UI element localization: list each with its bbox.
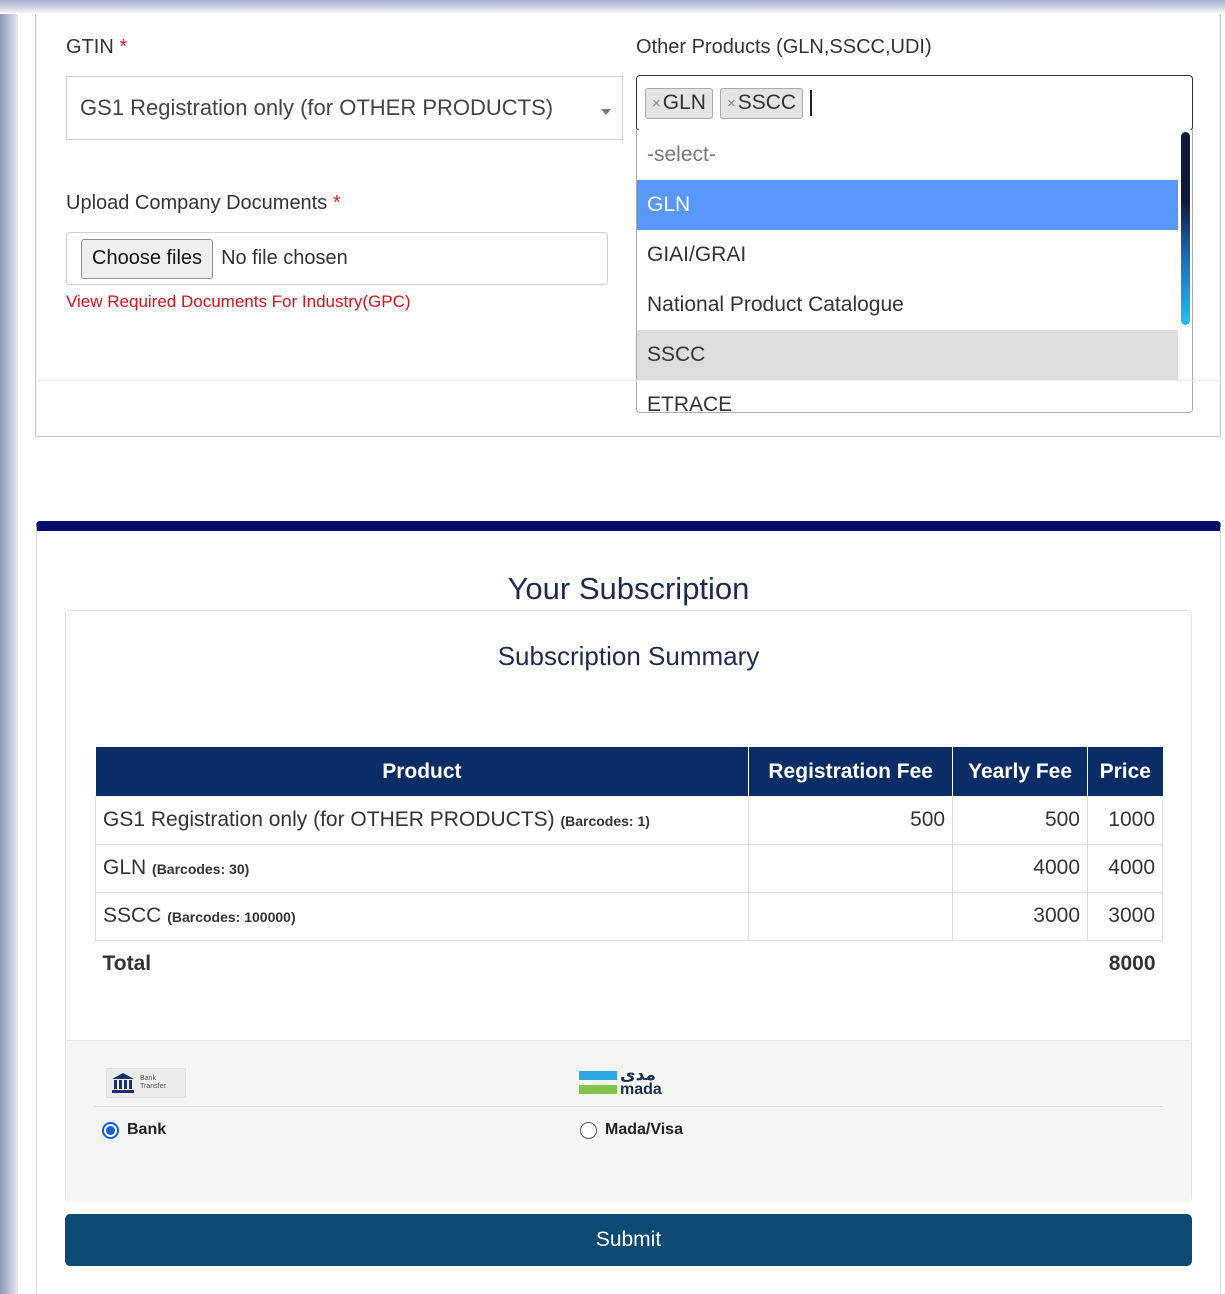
other-products-label: Other Products (GLN,SSCC,UDI) <box>636 36 932 58</box>
dropdown-option-sscc[interactable]: SSCC <box>637 330 1180 380</box>
upload-label: Upload Company Documents * <box>66 192 341 215</box>
product-name: SSCC <box>103 904 162 927</box>
required-mark: * <box>332 192 341 214</box>
dropdown-option-national-product-catalogue[interactable]: National Product Catalogue <box>637 280 1180 330</box>
fees-table: Product Registration Fee Yearly Fee Pric… <box>94 747 1163 988</box>
other-products-dropdown[interactable]: -select- GLN GIAI/GRAI National Product … <box>636 130 1193 413</box>
bank-radio[interactable] <box>102 1121 119 1139</box>
no-file-text: No file chosen <box>221 247 348 269</box>
table-header-row: Product Registration Fee Yearly Fee Pric… <box>95 747 1163 796</box>
yearly-fee-cell: 3000 <box>952 892 1088 941</box>
total-label: Total <box>102 952 152 976</box>
subscription-summary: Subscription Summary Product Registratio… <box>65 610 1192 1202</box>
dropdown-option-select[interactable]: -select- <box>637 130 1180 180</box>
window-edge-top <box>0 0 1225 14</box>
yearly-fee-cell: 500 <box>952 796 1088 845</box>
bank-logo-text: Bank Transfer <box>140 1075 166 1091</box>
mada-logo-bar-green <box>579 1085 617 1094</box>
remove-tag-icon[interactable]: × <box>727 95 736 112</box>
subscription-title: Your Subscription <box>507 571 750 606</box>
mada-logo-bar-blue <box>579 1071 617 1080</box>
bank-transfer-logo: Bank Transfer <box>106 1068 186 1098</box>
caret-down-icon <box>601 109 611 115</box>
dropdown-option-giai-grai[interactable]: GIAI/GRAI <box>637 230 1180 280</box>
registration-fee-cell <box>748 892 954 941</box>
upload-label-text: Upload Company Documents <box>66 192 328 214</box>
required-docs-link[interactable]: View Required Documents For Industry(GPC… <box>66 292 411 312</box>
dropdown-option-gln[interactable]: GLN <box>637 180 1180 230</box>
price-cell: 1000 <box>1087 796 1163 845</box>
payment-methods: Bank Transfer مدى mada Bank Mada/Visa <box>66 1040 1191 1202</box>
product-cell: GLN (Barcodes: 30) <box>94 844 750 893</box>
gtin-label: GTIN * <box>66 36 127 59</box>
barcode-count: (Barcodes: 30) <box>152 861 250 877</box>
form-divider <box>37 380 1221 381</box>
total-row: Total 8000 <box>96 940 1163 988</box>
mada-visa-radio-option[interactable]: Mada/Visa <box>580 1121 683 1139</box>
barcode-count: (Barcodes: 100000) <box>167 909 296 925</box>
window-edge-left <box>0 0 18 1294</box>
empty-cell <box>953 940 1088 988</box>
summary-title: Subscription Summary <box>497 641 760 671</box>
gtin-label-text: GTIN <box>66 36 114 58</box>
bank-radio-option[interactable]: Bank <box>102 1121 166 1139</box>
column-header-yearly-fee: Yearly Fee <box>952 747 1088 796</box>
price-cell: 3000 <box>1087 892 1163 941</box>
product-cell: GS1 Registration only (for OTHER PRODUCT… <box>94 796 750 845</box>
product-name: GLN <box>103 856 147 879</box>
mada-logo: مدى mada <box>579 1065 669 1101</box>
file-input[interactable]: Choose files No file chosen <box>66 232 608 285</box>
gtin-select-value: GS1 Registration only (for OTHER PRODUCT… <box>80 95 554 120</box>
bank-radio-label[interactable]: Bank <box>127 1121 166 1139</box>
mada-visa-radio[interactable] <box>580 1121 597 1139</box>
product-form-card: GTIN * GS1 Registration only (for OTHER … <box>35 14 1221 437</box>
barcode-count: (Barcodes: 1) <box>560 812 650 829</box>
yearly-fee-cell: 4000 <box>952 844 1088 893</box>
bank-icon <box>112 1073 134 1093</box>
product-cell: SSCC (Barcodes: 100000) <box>94 892 750 941</box>
mada-visa-radio-label[interactable]: Mada/Visa <box>605 1121 683 1139</box>
registration-fee-cell: 500 <box>748 796 954 845</box>
selected-tag-gln[interactable]: × GLN <box>645 87 713 119</box>
price-cell: 4000 <box>1087 844 1163 893</box>
subscription-card: Your Subscription Subscription Summary P… <box>36 521 1221 1294</box>
other-products-multiselect[interactable]: × GLN × SSCC <box>636 75 1193 131</box>
table-row: SSCC (Barcodes: 100000) 3000 3000 <box>94 892 1163 941</box>
submit-button[interactable]: Submit <box>65 1214 1192 1266</box>
choose-files-button[interactable]: Choose files <box>81 238 214 279</box>
total-value: 8000 <box>1108 952 1156 976</box>
required-mark: * <box>119 36 128 58</box>
tag-label: GLN <box>662 91 706 114</box>
tag-label: SSCC <box>737 91 797 114</box>
column-header-registration-fee: Registration Fee <box>748 747 954 796</box>
text-cursor <box>810 90 813 116</box>
column-header-product: Product <box>95 747 750 796</box>
bank-logo-text-line: Bank <box>140 1075 156 1082</box>
selected-tag-sscc[interactable]: × SSCC <box>719 87 804 119</box>
product-name: GS1 Registration only (for OTHER PRODUCT… <box>103 807 555 831</box>
dropdown-scrollbar-thumb[interactable] <box>1181 132 1190 325</box>
empty-cell <box>749 940 953 988</box>
gtin-select[interactable]: GS1 Registration only (for OTHER PRODUCT… <box>66 76 623 140</box>
mada-logo-english: mada <box>620 1081 662 1098</box>
table-row: GS1 Registration only (for OTHER PRODUCT… <box>94 796 1163 845</box>
dropdown-scrollbar[interactable] <box>1178 130 1192 412</box>
column-header-price: Price <box>1087 747 1163 796</box>
table-row: GLN (Barcodes: 30) 4000 4000 <box>94 844 1163 893</box>
registration-fee-cell <box>748 844 954 893</box>
dropdown-option-etrace[interactable]: ETRACE <box>637 380 1180 412</box>
payment-divider <box>94 1106 1163 1107</box>
bank-logo-text-line: Transfer <box>140 1083 166 1090</box>
remove-tag-icon[interactable]: × <box>652 95 661 112</box>
